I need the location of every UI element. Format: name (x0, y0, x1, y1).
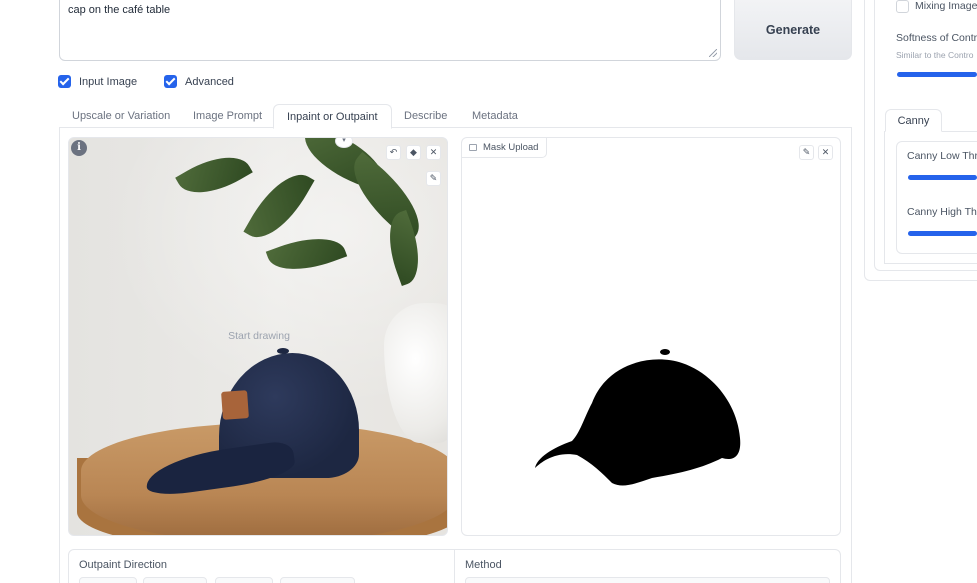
eraser-icon[interactable]: ◆ (406, 145, 421, 160)
resize-grip-icon[interactable] (709, 49, 717, 57)
outpaint-left-option[interactable] (79, 577, 137, 583)
softness-slider[interactable] (897, 72, 977, 77)
mask-upload-label: Mask Upload (483, 141, 539, 153)
canny-high-slider[interactable] (908, 231, 977, 236)
canny-low-slider[interactable] (908, 175, 977, 180)
canny-high-label: Canny High Thr (907, 206, 977, 218)
prompt-textarea[interactable]: cap on the café table (59, 0, 721, 61)
canny-low-label: Canny Low Thr (907, 150, 977, 162)
tab-inpaint-outpaint[interactable]: Inpaint or Outpaint (273, 104, 392, 129)
outpaint-right-option[interactable] (143, 577, 207, 583)
divider (454, 549, 455, 583)
outpaint-top-option[interactable] (215, 577, 273, 583)
advanced-checkbox[interactable] (164, 75, 177, 88)
softness-hint: Similar to the Contro (896, 50, 974, 60)
edit-icon[interactable]: ✎ (799, 145, 814, 160)
close-icon[interactable]: ✕ (818, 145, 833, 160)
tab-canny[interactable]: Canny (885, 109, 942, 132)
input-image-option[interactable]: Input Image (58, 75, 137, 88)
mixing-image-checkbox[interactable] (896, 0, 909, 13)
image-tabs: Upscale or Variation Image Prompt Inpain… (59, 104, 852, 129)
softness-label: Softness of Contro (896, 32, 977, 44)
method-label: Method (465, 559, 502, 571)
mixing-image-label: Mixing Image (915, 0, 977, 12)
undo-icon[interactable]: ↶ (386, 145, 401, 160)
tab-image-prompt[interactable]: Image Prompt (180, 104, 275, 128)
mask-upload-panel[interactable]: Mask Upload ✎ ✕ (461, 137, 841, 536)
start-drawing-hint: Start drawing (228, 330, 290, 342)
mask-upload-label-box: Mask Upload (462, 138, 548, 158)
cap-leather-patch (221, 390, 249, 420)
input-image-checkbox[interactable] (58, 75, 71, 88)
outpaint-bottom-option[interactable] (280, 577, 355, 583)
advanced-label: Advanced (185, 75, 234, 88)
prompt-text: cap on the café table (68, 4, 171, 16)
tab-upscale-variation[interactable]: Upscale or Variation (59, 104, 183, 128)
advanced-option[interactable]: Advanced (164, 75, 234, 88)
input-image-label: Input Image (79, 75, 138, 88)
cap-mask-silhouette (535, 349, 741, 486)
info-icon[interactable]: i (71, 140, 87, 156)
brush-icon[interactable]: ✎ (426, 171, 441, 186)
image-icon (469, 144, 477, 151)
generate-button[interactable]: Generate (734, 0, 852, 60)
outpaint-direction-label: Outpaint Direction (79, 559, 168, 571)
close-icon[interactable]: ✕ (426, 145, 441, 160)
inpaint-canvas[interactable]: Start drawing i ▾ ↶ ◆ ✕ ✎ (68, 137, 448, 536)
tab-describe[interactable]: Describe (391, 104, 460, 128)
cap-button (277, 348, 289, 354)
tab-metadata[interactable]: Metadata (459, 104, 531, 128)
method-select[interactable] (465, 577, 830, 583)
